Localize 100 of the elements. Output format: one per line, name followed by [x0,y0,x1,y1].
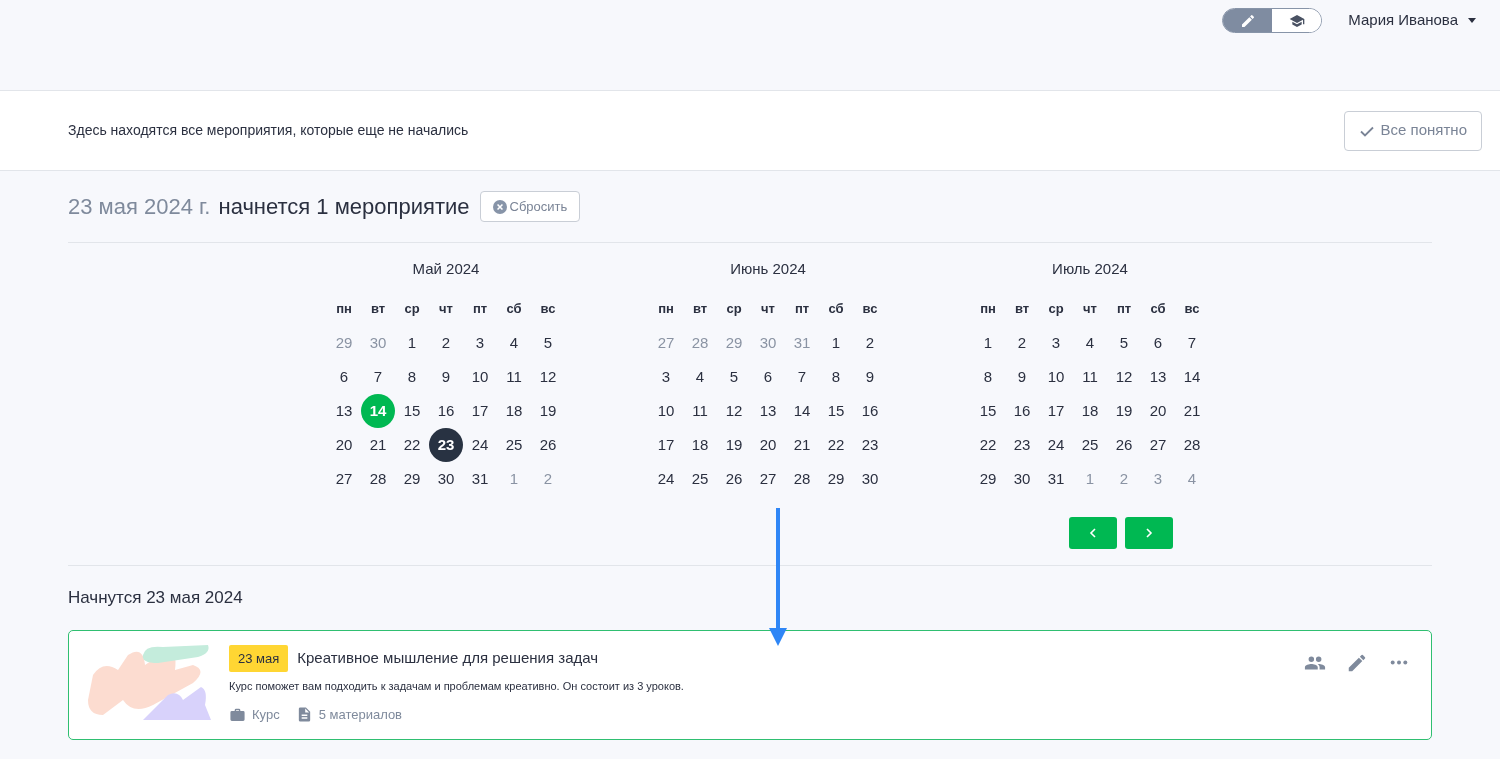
calendar-day[interactable]: 27 [327,462,361,496]
calendar-day[interactable]: 30 [429,462,463,496]
calendar-day[interactable]: 22 [819,428,853,462]
calendar-day[interactable]: 21 [785,428,819,462]
calendar-day[interactable]: 11 [497,360,531,394]
got-it-button[interactable]: Все понятно [1343,110,1482,151]
calendar-day[interactable]: 20 [327,428,361,462]
calendar-day[interactable]: 6 [751,360,785,394]
calendar-day[interactable]: 1 [395,326,429,360]
calendar-day[interactable]: 4 [1073,326,1107,360]
calendar-day[interactable]: 6 [327,360,361,394]
calendar-day[interactable]: 19 [1107,394,1141,428]
calendar-day[interactable]: 28 [361,462,395,496]
calendar-day[interactable]: 30 [853,462,887,496]
calendar-day[interactable]: 11 [683,394,717,428]
calendar-day[interactable]: 18 [497,394,531,428]
event-card[interactable]: 23 мая Креативное мышление для решения задач Курс поможет вам подходить к задачам и проблемам креативно. Он состоит из 3 уроков. Курс 5 материалов [68,629,1432,740]
calendar-day[interactable]: 1 [819,326,853,360]
calendar-day[interactable]: 5 [531,326,565,360]
calendar-day[interactable]: 23 [853,428,887,462]
calendar-day[interactable]: 29 [971,462,1005,496]
calendar-day[interactable]: 3 [649,360,683,394]
calendar-day[interactable]: 17 [1039,394,1073,428]
calendar-day[interactable]: 27 [751,462,785,496]
calendar-day[interactable]: 12 [717,394,751,428]
calendar-day[interactable]: 29 [819,462,853,496]
calendar-day[interactable]: 7 [361,360,395,394]
calendar-day[interactable]: 7 [1175,326,1209,360]
event-title[interactable]: Креативное мышление для решения задач [297,646,599,670]
calendar-day[interactable]: 21 [1175,394,1209,428]
calendar-day[interactable]: 14 [785,394,819,428]
calendar-day[interactable]: 17 [463,394,497,428]
calendar-day[interactable]: 15 [971,394,1005,428]
calendar-day[interactable]: 13 [751,394,785,428]
weekday-label: пн [979,300,997,319]
edit-mode-button[interactable] [1223,9,1273,32]
calendar-day[interactable]: 19 [531,394,565,428]
calendar-day[interactable]: 12 [531,360,565,394]
calendar-day[interactable]: 25 [497,428,531,462]
calendar-day[interactable]: 23 [1005,428,1039,462]
calendar-day[interactable]: 25 [683,462,717,496]
calendar-day[interactable]: 17 [649,428,683,462]
calendar-day[interactable]: 13 [327,394,361,428]
calendar-day[interactable]: 3 [1039,326,1073,360]
calendar-day[interactable]: 9 [429,360,463,394]
calendar-day[interactable]: 31 [463,462,497,496]
calendar-day[interactable]: 26 [1107,428,1141,462]
calendar-day[interactable]: 27 [1141,428,1175,462]
weekday-label: вс [1183,300,1201,319]
calendar-day[interactable]: 2 [853,326,887,360]
calendar-day[interactable]: 20 [751,428,785,462]
calendar-day[interactable]: 29 [395,462,429,496]
calendar-day[interactable]: 8 [971,360,1005,394]
calendar-day[interactable]: 16 [429,394,463,428]
calendar-day[interactable]: 6 [1141,326,1175,360]
calendar-day[interactable]: 2 [1005,326,1039,360]
calendar-day[interactable]: 4 [683,360,717,394]
calendar-day[interactable]: 14 [1175,360,1209,394]
calendar-day[interactable]: 9 [1005,360,1039,394]
calendar-day[interactable]: 8 [819,360,853,394]
calendar-day[interactable]: 11 [1073,360,1107,394]
reset-button[interactable]: Сбросить [479,191,581,222]
calendar-day[interactable]: 16 [1005,394,1039,428]
calendar-day[interactable]: 8 [395,360,429,394]
calendar-day[interactable]: 10 [463,360,497,394]
calendar-day[interactable]: 24 [649,462,683,496]
calendar-day[interactable]: 12 [1107,360,1141,394]
calendar-day[interactable]: 22 [395,428,429,462]
calendar-day[interactable]: 22 [971,428,1005,462]
calendar-day[interactable]: 9 [853,360,887,394]
calendar-day[interactable]: 21 [361,428,395,462]
calendar-day[interactable]: 26 [717,462,751,496]
calendar-day[interactable]: 15 [395,394,429,428]
calendar-day[interactable]: 5 [717,360,751,394]
calendar-day[interactable]: 20 [1141,394,1175,428]
calendar-day[interactable]: 19 [717,428,751,462]
calendar-day[interactable]: 10 [649,394,683,428]
calendar-day[interactable]: 2 [429,326,463,360]
calendar-day[interactable]: 15 [819,394,853,428]
calendar-day[interactable]: 13 [1141,360,1175,394]
calendar-day[interactable]: 24 [1039,428,1073,462]
calendar-day[interactable]: 16 [853,394,887,428]
student-mode-button[interactable] [1272,9,1322,32]
calendar-day[interactable]: 24 [463,428,497,462]
user-menu[interactable]: Мария Иванова [1348,8,1476,33]
calendar-day[interactable]: 5 [1107,326,1141,360]
calendar-day[interactable]: 4 [497,326,531,360]
calendar-day[interactable]: 23 [429,428,463,462]
calendar-day[interactable]: 18 [1073,394,1107,428]
calendar-day[interactable]: 18 [683,428,717,462]
calendar-day[interactable]: 30 [1005,462,1039,496]
calendar-day[interactable]: 1 [971,326,1005,360]
calendar-day[interactable]: 25 [1073,428,1107,462]
calendar-day[interactable]: 10 [1039,360,1073,394]
calendar-day[interactable]: 3 [463,326,497,360]
calendar-day[interactable]: 26 [531,428,565,462]
calendar-day[interactable]: 28 [785,462,819,496]
calendar-day[interactable]: 31 [1039,462,1073,496]
calendar-day[interactable]: 7 [785,360,819,394]
calendar-day[interactable]: 28 [1175,428,1209,462]
